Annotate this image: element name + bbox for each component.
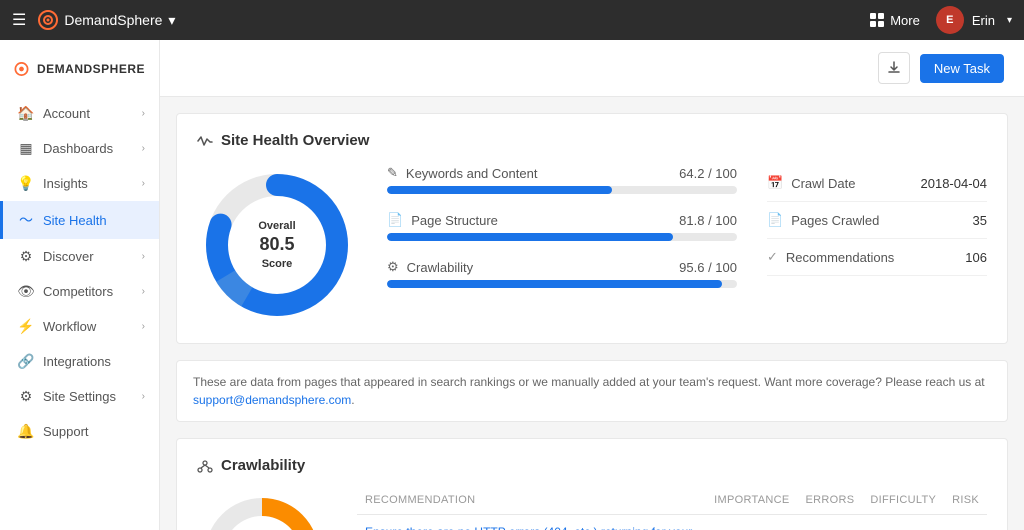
site-health-overview-card: Site Health Overview Overall [176,113,1008,344]
donut-label: Overall 80.5 Score [258,219,295,271]
support-email-link[interactable]: support@demandsphere.com [193,393,351,407]
side-stats-section: 📅 Crawl Date 2018-04-04 📄 Pages Crawled … [767,165,987,276]
settings-icon: ⚙ [17,388,35,405]
crawlability-content: Overall 95.6 Score Recommendation Import… [197,490,987,530]
competitors-icon: 👁 [17,283,35,300]
home-icon: 🏠 [17,105,35,122]
site-health-icon: 〜 [17,210,35,230]
demandsphere-logo-icon [14,58,29,80]
crawlability-card: Crawlability Overall 95.6 Score [176,438,1008,530]
sidebar-item-insights[interactable]: 💡 Insights › [0,166,159,201]
sidebar-item-label: Workflow [43,319,96,334]
sidebar-item-account[interactable]: 🏠 Account › [0,96,159,131]
chevron-right-icon: › [142,178,145,189]
stat-recommendations: ✓ Recommendations 106 [767,239,987,276]
more-label: More [890,13,920,28]
sidebar-item-site-health[interactable]: 〜 Site Health [0,201,159,239]
sidebar-item-label: Site Settings [43,389,116,404]
crawlability-donut: Overall 95.6 Score [197,490,327,530]
sidebar-item-label: Dashboards [43,141,113,156]
col-recommendation: Recommendation [357,490,706,515]
health-overview-section: Overall 80.5 Score ✎ Keywords and Conten… [197,165,987,325]
crawlability-icon: ⚙ [387,259,399,275]
page-structure-icon: 📄 [387,212,403,228]
sidebar-logo-text: DEMANDSPHERE [37,62,145,76]
metric-keywords: ✎ Keywords and Content 64.2 / 100 [387,165,737,194]
col-difficulty: Difficulty [862,490,944,515]
sidebar-item-label: Support [43,424,89,439]
metric-page-structure: 📄 Page Structure 81.8 / 100 [387,212,737,241]
discover-icon: ⚙ [17,248,35,265]
brand-logo-icon [38,10,58,30]
crawlability-title: Crawlability [197,457,987,474]
chevron-right-icon: › [142,286,145,297]
table-row: Ensure there are no HTTP errors (404, et… [357,515,987,530]
sidebar-item-integrations[interactable]: 🔗 Integrations [0,344,159,379]
sidebar-logo: DEMANDSPHERE [0,48,159,96]
user-avatar: E [936,6,964,34]
sidebar-item-label: Insights [43,176,88,191]
brand-area[interactable]: DemandSphere ▾ [38,10,175,30]
chevron-right-icon: › [142,321,145,332]
col-errors: Errors [798,490,863,515]
site-health-title: Site Health Overview [197,132,987,149]
more-grid-icon [870,13,884,27]
recommendation-table: Recommendation Importance Errors Difficu… [357,490,987,530]
metric-crawlability: ⚙ Crawlability 95.6 / 100 [387,259,737,288]
sidebar-item-label: Discover [43,249,94,264]
overall-score-donut: Overall 80.5 Score [197,165,357,325]
support-icon: 🔔 [17,423,35,440]
download-icon [887,61,901,75]
hamburger-icon[interactable]: ☰ [12,10,26,30]
sidebar-item-support[interactable]: 🔔 Support [0,414,159,449]
sidebar-item-label: Integrations [43,354,111,369]
top-navigation: ☰ DemandSphere ▾ More E Erin ▾ [0,0,1024,40]
sidebar: DEMANDSPHERE 🏠 Account › ▦ Dashboards › … [0,40,160,530]
main-content: New Task Site Health Overview [160,40,1024,530]
brand-chevron: ▾ [168,12,175,29]
stat-crawl-date: 📅 Crawl Date 2018-04-04 [767,165,987,202]
check-icon: ✓ [767,249,778,265]
user-name: Erin [972,13,995,28]
stat-pages-crawled: 📄 Pages Crawled 35 [767,202,987,239]
keywords-icon: ✎ [387,165,398,181]
chevron-right-icon: › [142,391,145,402]
sidebar-item-discover[interactable]: ⚙ Discover › [0,239,159,274]
integrations-icon: 🔗 [17,353,35,370]
user-menu-button[interactable]: E Erin ▾ [936,6,1012,34]
download-button[interactable] [878,52,910,84]
page-structure-progress-bar [387,233,673,241]
more-button[interactable]: More [870,13,920,28]
chevron-right-icon: › [142,143,145,154]
calendar-icon: 📅 [767,175,783,191]
chevron-right-icon: › [142,251,145,262]
insights-icon: 💡 [17,175,35,192]
main-header: New Task [160,40,1024,97]
crawlability-title-icon [197,458,213,474]
col-risk: Risk [944,490,987,515]
sidebar-item-label: Competitors [43,284,113,299]
sidebar-item-dashboards[interactable]: ▦ Dashboards › [0,131,159,166]
col-importance: Importance [706,490,797,515]
recommendation-link-1[interactable]: Ensure there are no HTTP errors (404, et… [365,525,692,530]
sidebar-item-competitors[interactable]: 👁 Competitors › [0,274,159,309]
sidebar-item-label: Account [43,106,90,121]
keywords-progress-bar [387,186,612,194]
pages-icon: 📄 [767,212,783,228]
info-banner: These are data from pages that appeared … [176,360,1008,422]
crawlability-progress-bar [387,280,722,288]
pulse-icon [197,133,213,149]
brand-name: DemandSphere [64,12,162,28]
sidebar-item-label: Site Health [43,213,107,228]
chevron-right-icon: › [142,108,145,119]
workflow-icon: ⚡ [17,318,35,335]
new-task-button[interactable]: New Task [920,54,1004,83]
dashboard-icon: ▦ [17,140,35,157]
metrics-section: ✎ Keywords and Content 64.2 / 100 📄 Page… [387,165,737,306]
sidebar-item-site-settings[interactable]: ⚙ Site Settings › [0,379,159,414]
user-chevron: ▾ [1007,15,1012,26]
sidebar-item-workflow[interactable]: ⚡ Workflow › [0,309,159,344]
